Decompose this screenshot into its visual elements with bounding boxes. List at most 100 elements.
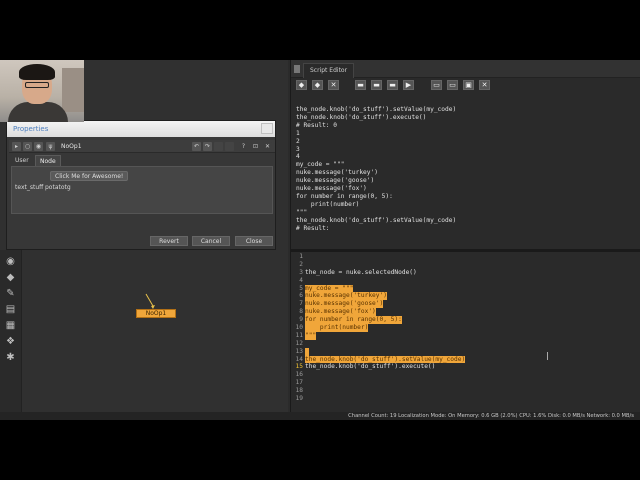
line-number: 19 (295, 395, 303, 403)
line-number: 17 (295, 379, 303, 387)
line-code: the_node = nuke.selectedNode() (305, 268, 417, 276)
line-number: 1 (299, 253, 303, 260)
source-script-icon[interactable]: ▬ (355, 80, 366, 90)
line-number: 12 (295, 339, 303, 347)
line-code: the_node.knob('do_stuff').execute() (305, 363, 436, 371)
code-line[interactable]: 8 nuke.message('fox') (291, 308, 640, 317)
eye-icon[interactable]: ◉ (34, 142, 43, 151)
code-line[interactable]: 14 the_node.knob('do_stuff').setValue(my_… (291, 355, 640, 364)
line-number: 11 (295, 331, 303, 339)
left-toolbar: ◉ ◆ ✎ ▤ ▦ ❖ ✱ (0, 250, 22, 420)
viewer-icon[interactable]: ◉ (4, 256, 17, 267)
line-number: 5 (299, 284, 303, 292)
revert-button[interactable]: Revert (150, 236, 188, 246)
panel-menu-icon[interactable] (294, 65, 300, 73)
code-line[interactable]: 1 (291, 253, 640, 261)
float-window-icon[interactable]: ⊡ (251, 142, 260, 151)
float-icon[interactable] (214, 142, 223, 151)
code-line[interactable]: 9 for number in range(0, 5): (291, 316, 640, 325)
line-number: 16 (295, 371, 303, 379)
clear-output-icon[interactable]: ✕ (479, 80, 490, 90)
tab-node[interactable]: Node (35, 155, 61, 166)
redo-icon[interactable]: ↷ (203, 142, 212, 151)
code-line[interactable]: 5 my_code = """ (291, 284, 640, 293)
close-icon[interactable]: ✕ (263, 142, 272, 151)
line-code: nuke.message('fox') (305, 308, 376, 317)
code-line[interactable]: 19 (291, 395, 640, 403)
circle-icon[interactable]: ○ (23, 142, 32, 151)
draw-icon[interactable]: ✎ (4, 288, 17, 299)
text-stuff-value[interactable]: potatotg (45, 184, 71, 191)
previous-script-icon[interactable]: ◆ (296, 80, 307, 90)
code-line[interactable]: 6 nuke.message('turkey') (291, 292, 640, 301)
script-editor-panel: Script Editor ◆ ◆ ✕ ▬ ▬ ▬ ▶ ▭ ▭ ▣ ✕ the_… (290, 60, 640, 412)
code-line[interactable]: 13 (291, 347, 640, 356)
script-input[interactable]: 1 2 3 the_node = nuke.selectedNode() 4 5 my_co… (291, 253, 640, 411)
show-both-icon[interactable]: ▣ (463, 80, 474, 90)
tile-icon[interactable] (225, 142, 234, 151)
channel-icon[interactable]: ▦ (4, 320, 17, 331)
output-line: 3 (296, 145, 300, 153)
code-line[interactable]: 4 (291, 277, 640, 285)
undo-icon[interactable]: ↶ (192, 142, 201, 151)
help-icon[interactable]: ? (239, 142, 248, 151)
code-line[interactable]: 7 nuke.message('goose') (291, 300, 640, 309)
line-number: 13 (295, 347, 303, 355)
node-type-icon[interactable]: ψ (46, 142, 55, 151)
output-line: for number in range(0, 5): (296, 192, 393, 200)
output-line: # Result: (296, 224, 330, 232)
line-number: 14 (295, 355, 303, 363)
code-line[interactable]: 12 (291, 340, 640, 348)
maximize-button[interactable] (261, 123, 273, 134)
properties-titlebar[interactable]: Properties (7, 121, 275, 137)
editor-divider[interactable] (291, 249, 640, 252)
pin-icon[interactable]: ▸ (12, 142, 21, 151)
line-number: 2 (299, 260, 303, 268)
line-number: 18 (295, 387, 303, 395)
tab-user[interactable]: User (11, 155, 33, 166)
show-input-icon[interactable]: ▭ (431, 80, 442, 90)
code-line[interactable]: 15 the_node.knob('do_stuff').execute() (291, 363, 640, 371)
run-icon[interactable]: ▶ (403, 80, 414, 90)
node-name-field[interactable]: NoOp1 (61, 142, 82, 151)
line-number: 8 (299, 308, 303, 316)
line-code: nuke.message('turkey') (305, 292, 387, 301)
properties-panel: Properties ▸ ○ ◉ ψ NoOp1 ↶ ↷ ? ⊡ ✕ User … (6, 120, 276, 250)
code-line[interactable]: 18 (291, 387, 640, 395)
next-script-icon[interactable]: ◆ (312, 80, 323, 90)
mouse-cursor (547, 352, 549, 360)
show-output-icon[interactable]: ▭ (447, 80, 458, 90)
code-line[interactable]: 17 (291, 379, 640, 387)
code-line[interactable]: 2 (291, 261, 640, 269)
line-number: 9 (299, 316, 303, 324)
node-header: ▸ ○ ◉ ψ NoOp1 ↶ ↷ ? ⊡ ✕ (9, 140, 275, 153)
tab-script-editor[interactable]: Script Editor (303, 63, 355, 78)
line-code: print(number) (305, 324, 369, 332)
time-icon[interactable]: ▤ (4, 304, 17, 315)
properties-title: Properties (13, 125, 49, 133)
output-line: 2 (296, 137, 300, 145)
output-line: nuke.message('goose') (296, 177, 375, 185)
output-line: my_code = """ (296, 161, 345, 169)
close-button[interactable]: Close (235, 236, 273, 246)
code-line[interactable]: 3 the_node = nuke.selectedNode() (291, 269, 640, 277)
output-line: """ (296, 208, 308, 216)
save-script-icon[interactable]: ▬ (387, 80, 398, 90)
output-line: nuke.message('fox') (296, 185, 367, 193)
filter-icon[interactable]: ✱ (4, 352, 17, 363)
noop-node[interactable]: NoOp1 (136, 309, 176, 318)
script-editor-toolbar: ◆ ◆ ✕ ▬ ▬ ▬ ▶ ▭ ▭ ▣ ✕ (291, 78, 640, 92)
awesome-button[interactable]: Click Me for Awesome! (50, 171, 129, 181)
output-line: the_node.knob('do_stuff').execute() (296, 113, 427, 121)
load-script-icon[interactable]: ▬ (371, 80, 382, 90)
tag-icon[interactable]: ◆ (4, 272, 17, 283)
color-icon[interactable]: ❖ (4, 336, 17, 347)
code-line[interactable]: 11 """ (291, 331, 640, 340)
cancel-button[interactable]: Cancel (192, 236, 230, 246)
clear-history-icon[interactable]: ✕ (328, 80, 339, 90)
output-line: # Result: 0 (296, 121, 337, 129)
code-line[interactable]: 10 print(number) (291, 324, 640, 332)
output-line: the_node.knob('do_stuff').setValue(my_co… (296, 106, 457, 113)
code-line[interactable]: 16 (291, 371, 640, 379)
line-code: """ (305, 331, 317, 340)
